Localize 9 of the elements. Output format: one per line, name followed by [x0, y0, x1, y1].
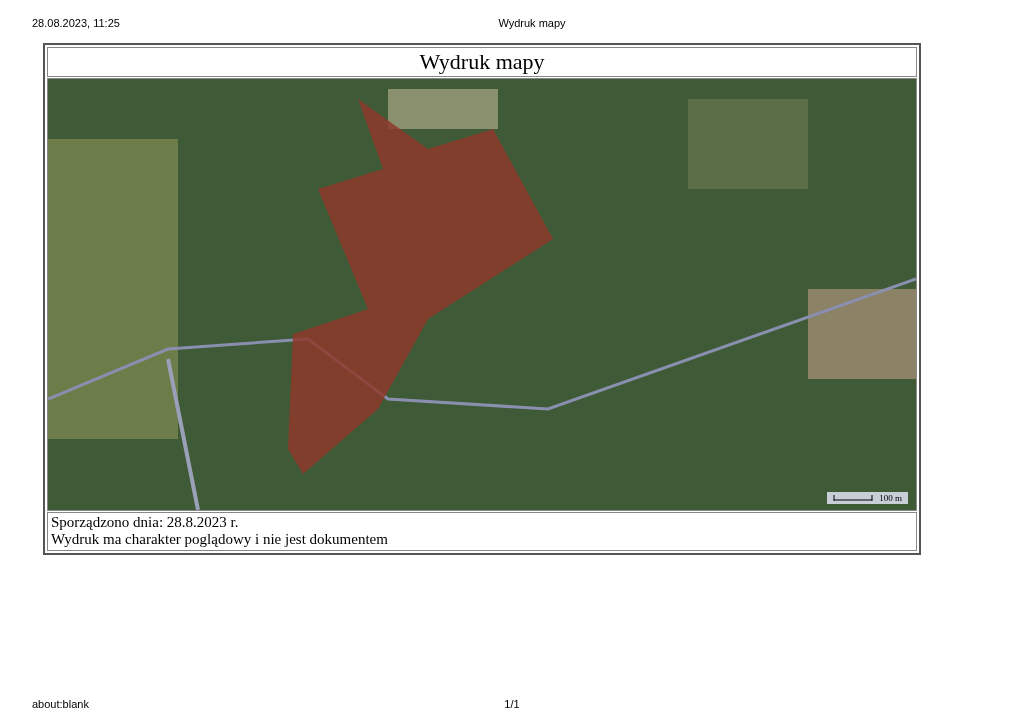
- page-url: about:blank: [32, 698, 89, 712]
- scale-line-icon: [833, 495, 874, 501]
- page-title: Wydruk mapy: [498, 17, 566, 30]
- print-date: 28.08.2023, 11:25: [32, 17, 120, 30]
- scale-label: 100 m: [879, 493, 902, 503]
- document-title: Wydruk mapy: [47, 47, 917, 77]
- note-text: Sporządzono dnia: 28.8.2023 r.: [51, 514, 240, 531]
- note-text: Wydruk ma charakter poglądowy i nie jest dokumentem: [51, 531, 389, 548]
- page-number: 1/1: [504, 698, 520, 712]
